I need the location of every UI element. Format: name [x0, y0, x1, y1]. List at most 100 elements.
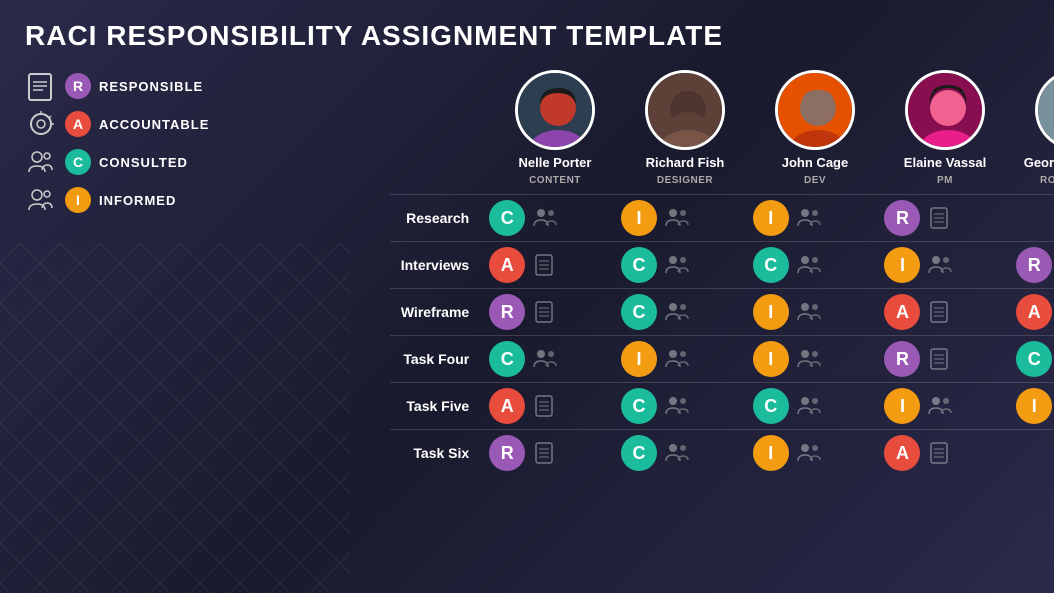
accountable-icon — [25, 108, 57, 140]
raci-badge-1-2: C — [753, 247, 789, 283]
raci-cell-3-0: C — [481, 336, 613, 383]
avatar-elaine — [905, 70, 985, 150]
raci-badge-5-1: C — [621, 435, 657, 471]
consulted-badge: C — [65, 149, 91, 175]
raci-grid: Nelle Porter CONTENT Richard Fish DESIGNER J… — [390, 70, 1054, 476]
responsible-icon-wrap — [25, 70, 57, 102]
informed-icon — [25, 184, 57, 216]
raci-cell-5-0: R — [481, 430, 613, 477]
raci-cell-0-4 — [1008, 195, 1054, 242]
cell-icon-2-2 — [795, 300, 823, 324]
cell-icon-3-2 — [795, 347, 823, 371]
raci-cell-1-2: C — [745, 242, 877, 289]
cell-icon-4-2 — [795, 394, 823, 418]
raci-cell-3-4: C — [1008, 336, 1054, 383]
raci-cell-5-4 — [1008, 430, 1054, 477]
raci-badge-5-3: A — [884, 435, 920, 471]
informed-badge: I — [65, 187, 91, 213]
person-name-georgia: Georgia Thomas — [1024, 155, 1054, 170]
raci-cell-1-0: A — [481, 242, 613, 289]
cell-icon-4-0 — [531, 394, 559, 418]
person-role-nelle: CONTENT — [529, 175, 581, 186]
legend: R RESPONSIBLE A ACCO — [25, 70, 390, 216]
raci-cell-0-2: I — [745, 195, 877, 242]
informed-icon-wrap — [25, 184, 57, 216]
task-row-4: Task FiveACCII — [390, 383, 1054, 430]
persons-header: Nelle Porter CONTENT Richard Fish DESIGNER J… — [390, 70, 1054, 186]
cell-icon-2-0 — [531, 300, 559, 324]
raci-cell-0-1: I — [613, 195, 745, 242]
raci-badge-1-0: A — [489, 247, 525, 283]
task-label-2: Wireframe — [390, 289, 481, 336]
avatar-richard — [645, 70, 725, 150]
cell-icon-3-0 — [531, 347, 559, 371]
legend-item-consulted: C CONSULTED — [25, 146, 390, 178]
person-role-elaine: PM — [937, 175, 953, 186]
legend-item-accountable: A ACCOUNTABLE — [25, 108, 390, 140]
raci-cell-0-0: C — [481, 195, 613, 242]
consulted-label: CONSULTED — [99, 155, 188, 170]
raci-cell-3-3: R — [876, 336, 1008, 383]
raci-cell-2-3: A — [876, 289, 1008, 336]
raci-cell-1-3: I — [876, 242, 1008, 289]
person-name-nelle: Nelle Porter — [519, 155, 592, 170]
cell-icon-0-0 — [531, 206, 559, 230]
raci-cell-4-1: C — [613, 383, 745, 430]
informed-label: INFORMED — [99, 193, 176, 208]
cell-icon-3-3 — [926, 347, 954, 371]
cell-icon-1-2 — [795, 253, 823, 277]
raci-badge-4-1: C — [621, 388, 657, 424]
task-row-2: WireframeRCIAA — [390, 289, 1054, 336]
raci-badge-2-1: C — [621, 294, 657, 330]
raci-badge-5-0: R — [489, 435, 525, 471]
raci-cell-5-3: A — [876, 430, 1008, 477]
raci-badge-4-4: I — [1016, 388, 1052, 424]
responsible-badge: R — [65, 73, 91, 99]
raci-badge-3-2: I — [753, 341, 789, 377]
raci-badge-4-0: A — [489, 388, 525, 424]
cell-icon-0-2 — [795, 206, 823, 230]
cell-icon-5-1 — [663, 441, 691, 465]
task-row-0: ResearchCIIR — [390, 195, 1054, 242]
legend-panel: R RESPONSIBLE A ACCO — [25, 70, 390, 476]
raci-cell-2-4: A — [1008, 289, 1054, 336]
responsible-icon — [25, 70, 57, 102]
cell-icon-5-0 — [531, 441, 559, 465]
task-label-0: Research — [390, 195, 481, 242]
responsible-label: RESPONSIBLE — [99, 79, 203, 94]
cell-icon-4-3 — [926, 394, 954, 418]
raci-badge-5-2: I — [753, 435, 789, 471]
cell-icon-4-1 — [663, 394, 691, 418]
task-row-5: Task SixRCIA — [390, 430, 1054, 477]
person-cell-elaine: Elaine VassalPM — [880, 70, 1010, 186]
raci-badge-0-3: R — [884, 200, 920, 236]
raci-cell-5-1: C — [613, 430, 745, 477]
person-role-richard: DESIGNER — [657, 175, 713, 186]
raci-cell-4-3: I — [876, 383, 1008, 430]
person-role-georgia: ROLE / TITLE — [1040, 175, 1054, 186]
person-cell-georgia: Georgia Thomas ROLE / TITLE — [1010, 70, 1054, 186]
person-name-richard: Richard Fish — [646, 155, 725, 170]
avatar-georgia — [1035, 70, 1054, 150]
cell-icon-5-3 — [926, 441, 954, 465]
accountable-badge: A — [65, 111, 91, 137]
raci-cell-0-3: R — [876, 195, 1008, 242]
task-label-4: Task Five — [390, 383, 481, 430]
page-content: RACI RESPONSIBILITY ASSIGNMENT TEMPLATE … — [0, 0, 1054, 491]
person-cell-john: John CageDEV — [750, 70, 880, 186]
raci-cell-4-0: A — [481, 383, 613, 430]
raci-badge-3-3: R — [884, 341, 920, 377]
raci-badge-1-1: C — [621, 247, 657, 283]
cell-icon-1-1 — [663, 253, 691, 277]
task-label-3: Task Four — [390, 336, 481, 383]
raci-badge-3-1: I — [621, 341, 657, 377]
raci-badge-2-4: A — [1016, 294, 1052, 330]
person-cell-richard: Richard Fish DESIGNER — [620, 70, 750, 186]
raci-cell-5-2: I — [745, 430, 877, 477]
raci-badge-1-4: R — [1016, 247, 1052, 283]
raci-badge-3-4: C — [1016, 341, 1052, 377]
raci-cell-3-2: I — [745, 336, 877, 383]
cell-icon-2-3 — [926, 300, 954, 324]
raci-badge-2-3: A — [884, 294, 920, 330]
legend-item-responsible: R RESPONSIBLE — [25, 70, 390, 102]
